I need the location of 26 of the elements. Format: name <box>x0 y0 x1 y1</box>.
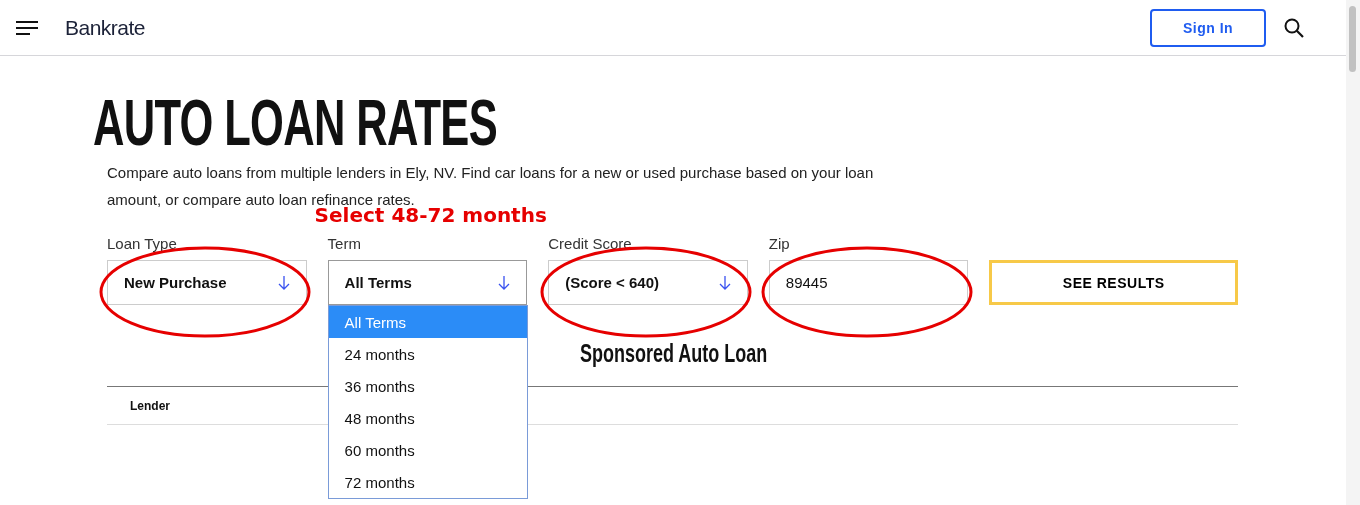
column-header: Lender <box>130 398 170 413</box>
field-label: Loan Type <box>107 235 178 252</box>
menu-icon[interactable] <box>16 20 38 35</box>
search-icon[interactable] <box>1284 17 1304 38</box>
select-field[interactable]: All Terms <box>327 260 528 305</box>
field-label: Zip <box>768 235 791 252</box>
select-field[interactable]: (Score < 640) <box>548 260 748 305</box>
dropdown-option[interactable]: 24 months <box>328 338 527 370</box>
down-arrow-icon <box>718 275 731 290</box>
dropdown-option[interactable]: 60 months <box>328 434 527 466</box>
sign-in-button[interactable]: Sign In <box>1150 8 1266 47</box>
description: Compare auto loans from multiple lenders in Ely, NV. Find car loans for a new or used purchase based on your loan amount, or compare auto loan refinance rates. <box>107 163 875 208</box>
down-arrow-icon <box>498 275 511 290</box>
logo[interactable]: Bankrate <box>65 15 146 40</box>
dropdown-option[interactable]: 72 months <box>328 466 527 498</box>
down-arrow-icon <box>277 275 290 290</box>
see-results-button[interactable]: SEE RESULTS <box>989 260 1238 305</box>
zip-input[interactable]: 89445 <box>768 260 969 305</box>
scrollbar[interactable] <box>1346 0 1360 505</box>
page-title: AUTO LOAN RATES <box>93 90 498 156</box>
scrollbar-thumb[interactable] <box>1349 6 1356 72</box>
select-field[interactable]: New Purchase <box>107 260 307 305</box>
field-label: Term <box>327 235 362 252</box>
dropdown-option[interactable]: 48 months <box>328 402 527 434</box>
dropdown-option[interactable]: 36 months <box>328 370 527 402</box>
section-heading: Sponsored Auto Loan <box>580 338 768 368</box>
